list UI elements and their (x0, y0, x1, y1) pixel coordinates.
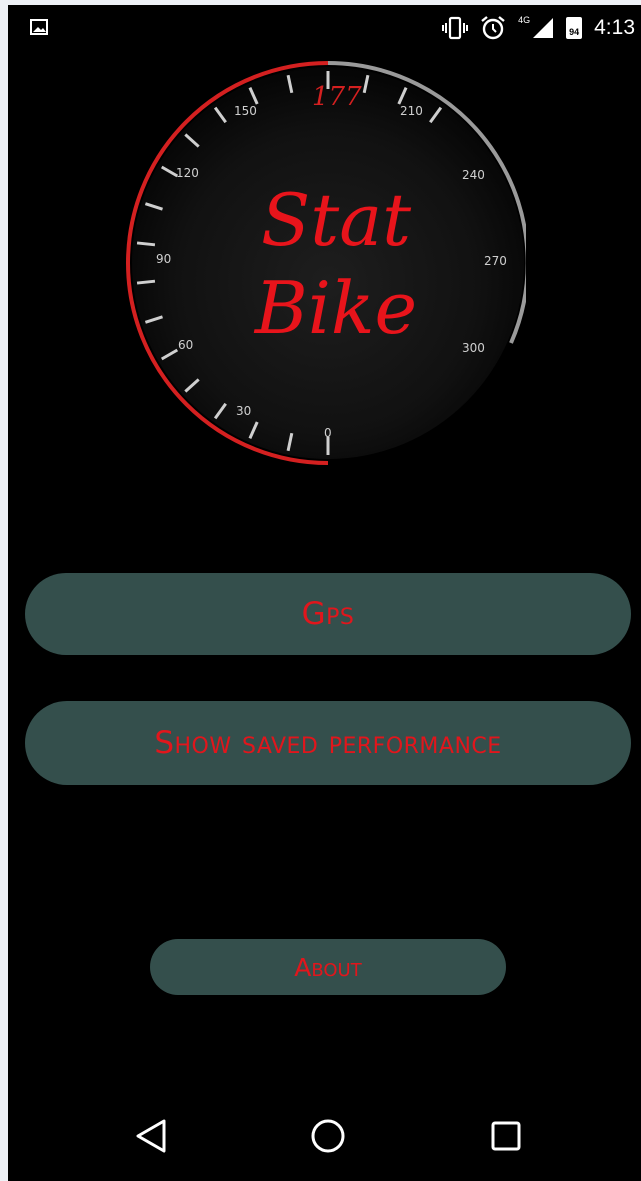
tick-label: 90 (156, 252, 171, 266)
vibrate-icon (442, 16, 469, 40)
speed-reading: 177 (312, 82, 362, 112)
back-button[interactable] (126, 1111, 176, 1161)
about-button-label: About (294, 952, 362, 982)
show-saved-performance-button[interactable]: Show saved performance (25, 701, 631, 785)
signal-icon (533, 18, 554, 38)
about-button[interactable]: About (150, 939, 506, 995)
recent-apps-button[interactable] (481, 1111, 531, 1161)
app-screen: 4G 94 4:13 0 30 60 90 120 150 210 240 27… (8, 5, 641, 1181)
tick-label: 270 (484, 254, 507, 268)
home-button[interactable] (303, 1111, 353, 1161)
gauge-face (132, 67, 524, 459)
tick-label: 240 (462, 168, 485, 182)
tick-label: 210 (400, 104, 423, 118)
gps-button-label: Gps (301, 596, 355, 632)
status-time: 4:13 (594, 16, 635, 39)
battery-icon: 94 (566, 17, 583, 39)
logo-line-stat: Stat (261, 178, 412, 262)
back-icon (136, 1119, 166, 1153)
network-type: 4G (518, 15, 531, 25)
battery-level: 94 (569, 27, 580, 37)
tick-label: 300 (462, 341, 485, 355)
gps-button[interactable]: Gps (25, 573, 631, 655)
tick-label: 60 (178, 338, 193, 352)
stat-bike-logo: 0 30 60 90 120 150 210 240 270 300 177 S… (126, 61, 526, 465)
status-icons: 4G 94 4:13 (442, 15, 635, 41)
alarm-icon (481, 16, 505, 40)
tick-label: 120 (176, 166, 199, 180)
gauge-tick (136, 279, 156, 285)
tick-label: 150 (234, 104, 257, 118)
gauge-tick (136, 241, 156, 247)
show-saved-performance-label: Show saved performance (154, 725, 502, 761)
image-notification-icon (30, 19, 48, 35)
recent-apps-icon (491, 1121, 521, 1151)
tick-label: 30 (236, 404, 251, 418)
navigation-bar (8, 1091, 641, 1181)
status-bar: 4G 94 4:13 (8, 5, 641, 55)
home-icon (311, 1119, 345, 1153)
tick-label: 0 (324, 426, 332, 440)
logo-line-bike: Bike (253, 266, 417, 350)
